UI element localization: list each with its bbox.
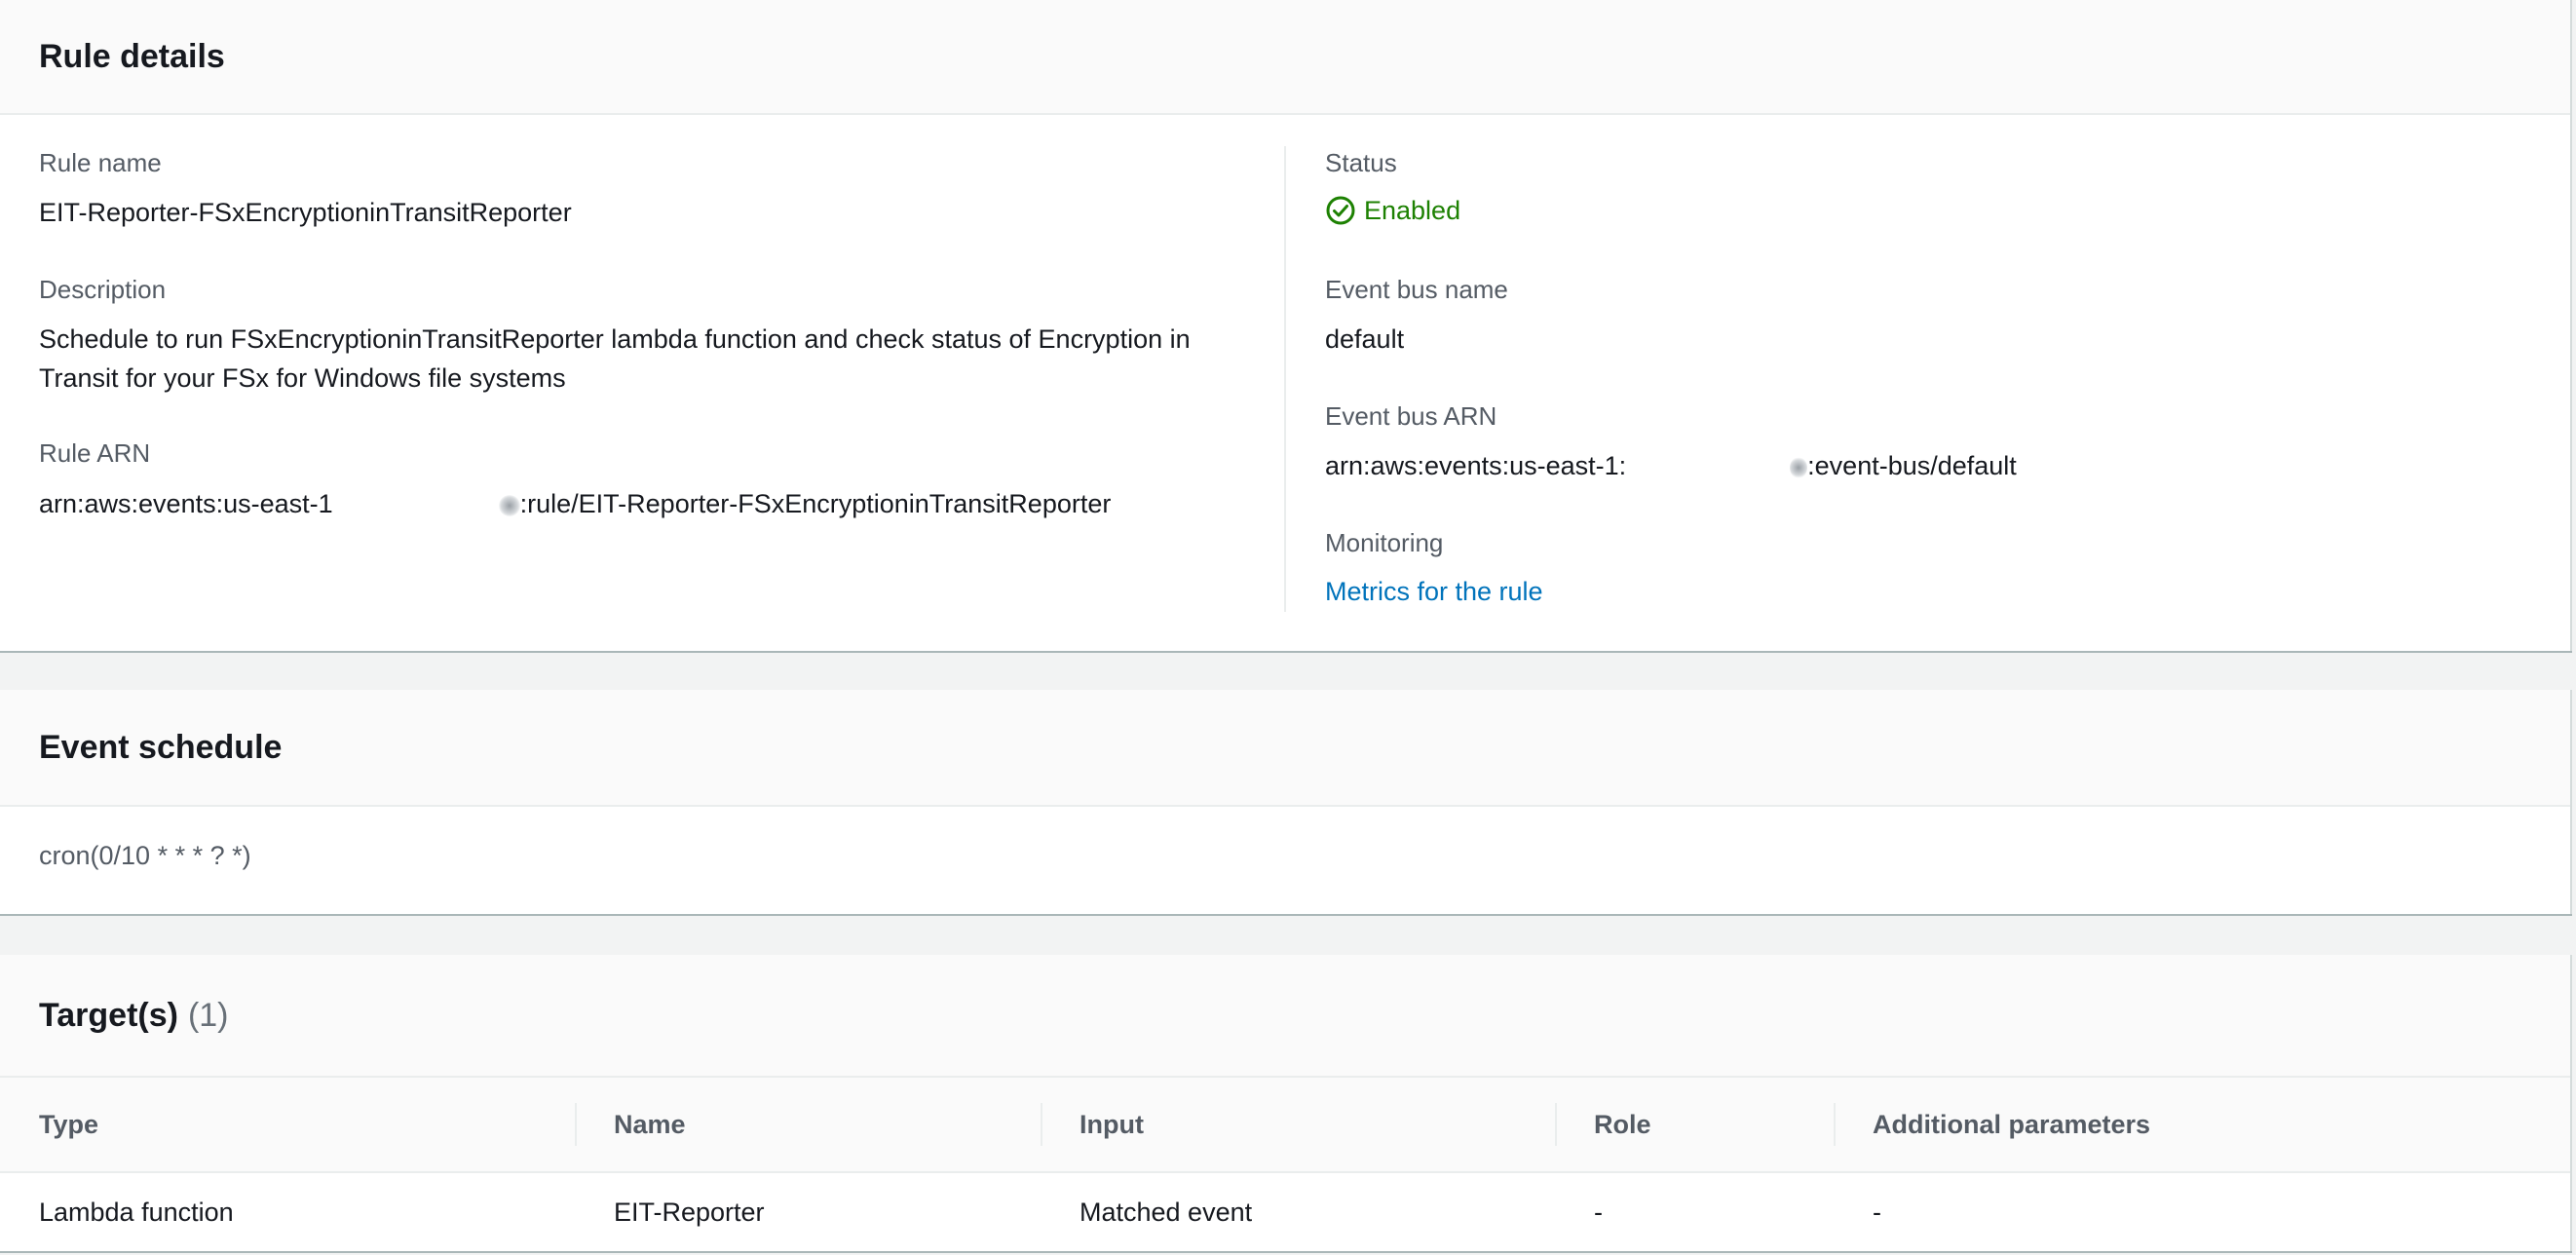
status-value: Enabled: [1325, 195, 1460, 226]
rule-details-header: Rule details: [0, 0, 2570, 115]
table-row[interactable]: Lambda function EIT-Reporter Matched eve…: [0, 1172, 2570, 1251]
event-schedule-panel: Event schedule cron(0/10 * * * ? *): [0, 690, 2572, 914]
cell-name: EIT-Reporter: [614, 1197, 765, 1227]
targets-table: Type Name Input Role Additional paramete…: [0, 1078, 2570, 1251]
column-divider: [1284, 146, 1286, 612]
rule-name-value: EIT-Reporter-FSxEncryptioninTransitRepor…: [39, 198, 572, 227]
event-bus-arn-suffix: :event-bus/default: [1807, 451, 2017, 480]
metrics-for-rule-link[interactable]: Metrics for the rule: [1325, 577, 1543, 607]
rule-name-label: Rule name: [39, 148, 162, 177]
table-header-row: Type Name Input Role Additional paramete…: [0, 1078, 2570, 1173]
cell-additional-parameters: -: [1873, 1197, 1881, 1227]
rule-details-panel: Rule details Rule name EIT-Reporter-FSxE…: [0, 0, 2572, 651]
redaction-blur: [498, 494, 520, 516]
cell-input: Matched event: [1080, 1197, 1253, 1227]
rule-arn-prefix: arn:aws:events:us-east-1: [39, 489, 333, 518]
event-bus-arn-label: Event bus ARN: [1325, 401, 1497, 431]
rule-details-title: Rule details: [39, 37, 225, 75]
status-text: Enabled: [1364, 195, 1461, 225]
rule-arn-suffix: :rule/EIT-Reporter-FSxEncryptioninTransi…: [519, 489, 1112, 518]
column-header-input[interactable]: Input: [1041, 1078, 1555, 1173]
column-header-additional-parameters[interactable]: Additional parameters: [1834, 1078, 2570, 1173]
column-header-name[interactable]: Name: [575, 1078, 1041, 1173]
column-header-type[interactable]: Type: [0, 1078, 575, 1173]
targets-panel: Target(s) (1) Type Name Input Role Addit…: [0, 955, 2572, 1251]
cell-role: -: [1594, 1197, 1603, 1227]
event-schedule-header: Event schedule: [0, 690, 2570, 807]
targets-header: Target(s) (1): [0, 955, 2570, 1078]
column-header-role[interactable]: Role: [1555, 1078, 1834, 1173]
cron-expression: cron(0/10 * * * ? *): [39, 841, 251, 870]
description-value: Schedule to run FSxEncryptioninTransitRe…: [39, 324, 1191, 393]
event-bus-name-label: Event bus name: [1325, 275, 1508, 304]
targets-title: Target(s): [39, 996, 178, 1034]
check-circle-icon: [1325, 195, 1356, 226]
redaction-blur: [1790, 456, 1808, 478]
rule-arn-value: arn:aws:events:us-east-1 :rule/EIT-Report…: [39, 484, 1111, 523]
event-bus-name-value: default: [1325, 324, 1405, 354]
targets-count: (1): [187, 996, 229, 1034]
event-bus-arn-prefix: arn:aws:events:us-east-1:: [1325, 451, 1627, 480]
cell-type: Lambda function: [39, 1197, 234, 1227]
event-schedule-title: Event schedule: [39, 728, 283, 766]
event-bus-arn-value: arn:aws:events:us-east-1: :event-bus/defa…: [1325, 446, 2017, 485]
monitoring-label: Monitoring: [1325, 528, 1444, 557]
status-label: Status: [1325, 148, 1397, 177]
rule-arn-label: Rule ARN: [39, 438, 151, 468]
description-label: Description: [39, 275, 167, 304]
